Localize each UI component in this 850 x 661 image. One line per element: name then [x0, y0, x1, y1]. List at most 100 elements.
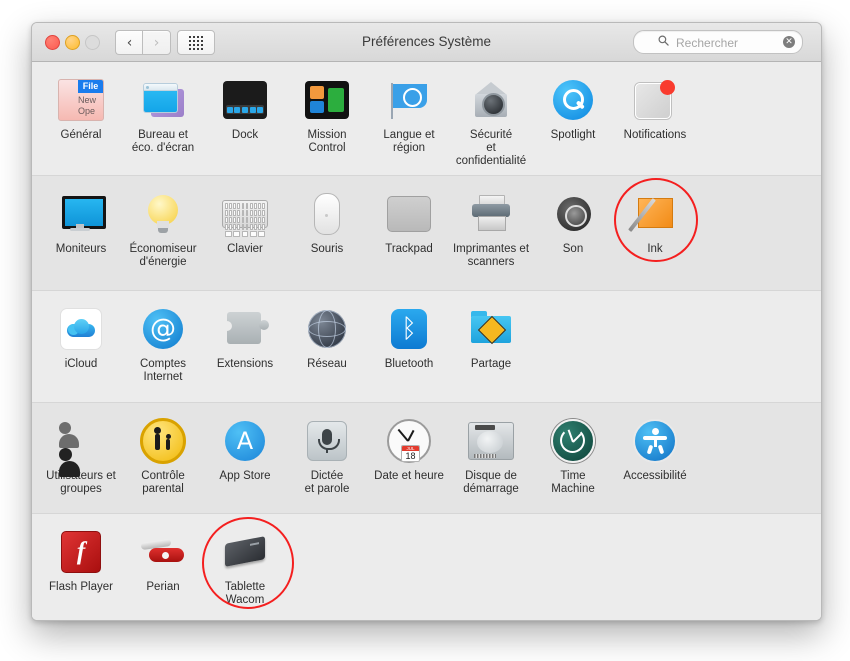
pref-item-perian[interactable]: Perian: [122, 527, 204, 594]
icloud-icon: [40, 304, 122, 354]
ink-pen-icon: [614, 189, 696, 239]
pref-label: Langue et région: [383, 129, 435, 154]
pref-item-desktop[interactable]: Bureau et éco. d'écran: [122, 75, 204, 155]
security-privacy-icon: [450, 75, 532, 125]
pref-label: Flash Player: [49, 581, 113, 593]
pref-label: Utilisateurs et groupes: [46, 470, 116, 495]
pref-item-language[interactable]: Langue et région: [368, 75, 450, 155]
pref-item-parental[interactable]: Contrôle parental: [122, 416, 204, 496]
pref-item-bluetooth[interactable]: ᛒ Bluetooth: [368, 304, 450, 371]
pref-item-displays[interactable]: Moniteurs: [40, 189, 122, 256]
general-open-label: Ope: [78, 106, 96, 116]
sharing-folder-icon: [450, 304, 532, 354]
pref-item-spotlight[interactable]: Spotlight: [532, 75, 614, 142]
pref-item-accessibility[interactable]: Accessibilité: [614, 416, 696, 483]
pref-label: Spotlight: [550, 129, 596, 141]
pref-item-app-store[interactable]: A App Store: [204, 416, 286, 483]
pref-item-extensions[interactable]: Extensions: [204, 304, 286, 371]
spotlight-icon: [532, 75, 614, 125]
system-preferences-window: ‹ › Préférences Système ✕: [31, 22, 822, 621]
pref-label: Notifications: [623, 129, 687, 141]
pref-label: Général: [60, 129, 102, 141]
search-input[interactable]: [674, 31, 773, 55]
at-sign-icon: @: [122, 304, 204, 354]
lightbulb-icon: [122, 189, 204, 239]
pref-label: Mission Control: [307, 129, 347, 154]
pref-item-dictation[interactable]: Dictée et parole: [286, 416, 368, 496]
pref-item-energy[interactable]: Économiseur d'énergie: [122, 189, 204, 269]
pref-label: Trackpad: [385, 243, 433, 255]
pref-item-ink[interactable]: Ink: [614, 189, 696, 256]
pref-item-general[interactable]: File New Ope Général: [40, 75, 122, 142]
pref-label: Disque de démarrage: [463, 470, 519, 495]
pref-label: Contrôle parental: [141, 470, 185, 495]
pref-label: Souris: [310, 243, 344, 255]
pref-label: Sécurité et confidentialité: [455, 129, 527, 167]
pref-label: Clavier: [227, 243, 263, 255]
calendar-badge: JUL 18: [401, 445, 420, 462]
pref-item-mouse[interactable]: Souris: [286, 189, 368, 256]
pref-label: Comptes Internet: [139, 358, 187, 383]
users-icon: [40, 416, 122, 477]
search-field[interactable]: ✕: [633, 30, 803, 55]
keyboard-icon: [204, 189, 286, 239]
window-titlebar: ‹ › Préférences Système ✕: [32, 23, 821, 62]
time-machine-icon: [532, 416, 614, 466]
app-store-icon: A: [204, 416, 286, 466]
flash-glyph: f: [76, 538, 86, 565]
pref-label: Bluetooth: [384, 358, 434, 370]
pref-label: Économiseur d'énergie: [129, 243, 197, 268]
pref-label: Date et heure: [374, 470, 444, 482]
pref-label: Dictée et parole: [304, 470, 350, 495]
general-icon: File New Ope: [40, 75, 122, 125]
pref-label: Time Machine: [551, 470, 595, 495]
pref-label: Accessibilité: [623, 470, 687, 482]
language-region-flag-icon: [368, 75, 450, 125]
pref-item-flash-player[interactable]: f Flash Player: [40, 527, 122, 594]
hard-disk-icon: [450, 416, 532, 466]
pref-item-sharing[interactable]: Partage: [450, 304, 532, 371]
pref-item-notifications[interactable]: Notifications: [614, 75, 696, 142]
pref-row-2: Moniteurs Économiseur d'énergie Clavier …: [32, 176, 821, 291]
pref-item-printers[interactable]: Imprimantes et scanners: [450, 189, 532, 269]
pref-label: Extensions: [216, 358, 274, 370]
pref-label: Tablette Wacom: [224, 581, 266, 606]
pref-item-time-machine[interactable]: Time Machine: [532, 416, 614, 496]
pref-label: Bureau et éco. d'écran: [131, 129, 195, 154]
clear-search-icon[interactable]: ✕: [783, 36, 795, 48]
pref-label: Perian: [146, 581, 180, 593]
pref-item-startup-disk[interactable]: Disque de démarrage: [450, 416, 532, 496]
pref-item-mission-control[interactable]: Mission Control: [286, 75, 368, 155]
pref-item-internet-accounts[interactable]: @ Comptes Internet: [122, 304, 204, 384]
pref-item-date-time[interactable]: JUL 18 Date et heure: [368, 416, 450, 483]
pref-item-sound[interactable]: Son: [532, 189, 614, 256]
clock-icon: JUL 18: [368, 416, 450, 466]
pref-item-icloud[interactable]: iCloud: [40, 304, 122, 371]
pref-label: Moniteurs: [55, 243, 107, 255]
speaker-icon: [532, 189, 614, 239]
pref-item-dock[interactable]: Dock: [204, 75, 286, 142]
pref-item-wacom-tablet[interactable]: Tablette Wacom: [204, 527, 286, 607]
pref-row-1: File New Ope Général Bureau et éco. d'éc…: [32, 62, 821, 176]
calendar-day: 18: [405, 451, 416, 461]
mouse-icon: [286, 189, 368, 239]
bluetooth-icon: ᛒ: [368, 304, 450, 354]
pref-item-keyboard[interactable]: Clavier: [204, 189, 286, 256]
accessibility-icon: [614, 416, 696, 466]
pref-label: Ink: [647, 243, 663, 255]
pref-item-security[interactable]: Sécurité et confidentialité: [450, 75, 532, 168]
pref-label: Réseau: [307, 358, 347, 370]
pref-item-trackpad[interactable]: Trackpad: [368, 189, 450, 256]
pref-item-users-groups[interactable]: Utilisateurs et groupes: [40, 416, 122, 496]
screenshot-stage: ‹ › Préférences Système ✕: [0, 0, 850, 661]
flash-player-icon: f: [40, 527, 122, 577]
pref-row-5: f Flash Player Perian Tablette Wacom: [32, 514, 821, 620]
pref-label: Imprimantes et scanners: [452, 243, 530, 268]
pref-row-4: Utilisateurs et groupes Contrôle parenta…: [32, 403, 821, 514]
pref-label: iCloud: [64, 358, 98, 370]
pref-item-network[interactable]: Réseau: [286, 304, 368, 371]
perian-knife-icon: [122, 527, 204, 577]
printer-icon: [450, 189, 532, 239]
general-file-label: File: [78, 80, 103, 93]
monitor-icon: [40, 189, 122, 239]
